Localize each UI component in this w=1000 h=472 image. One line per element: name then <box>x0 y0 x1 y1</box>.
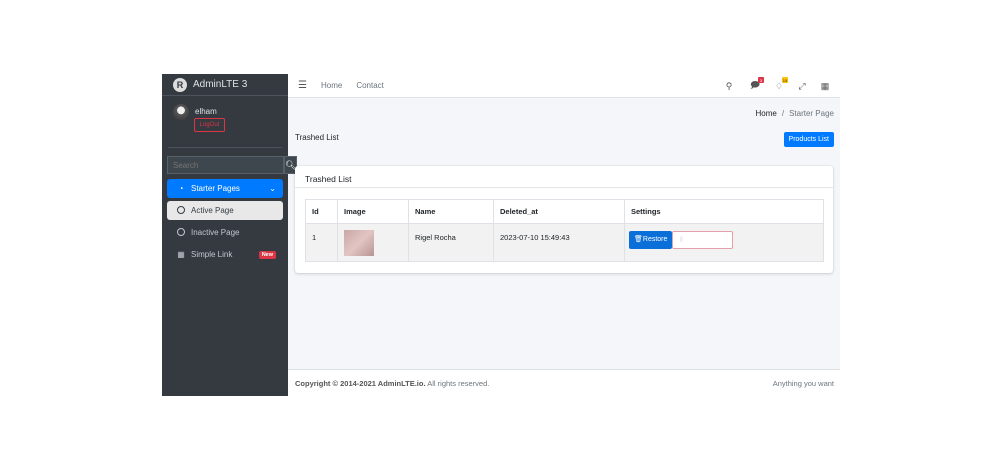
logout-button[interactable]: LogOut <box>194 118 225 132</box>
page-title: Trashed List <box>295 133 339 142</box>
cell-name: Rigel Rocha <box>408 223 494 262</box>
brand-logo: R <box>173 77 187 92</box>
cell-id: 1 <box>305 223 338 262</box>
sidebar-search: 🔍︎ <box>167 156 298 174</box>
top-navbar: ☰ Home Contact ⚲ 🗩︎ 3 ♢ 15 ⤢ ▦ <box>288 74 840 98</box>
force-delete-button[interactable]: ▮ <box>672 231 734 249</box>
sidebar-item-label: Starter Pages <box>191 184 240 193</box>
search-input[interactable] <box>167 156 284 174</box>
sidebar: R AdminLTE 3 elham LogOut 🔍︎ ◔ Starter Pag… <box>162 74 298 396</box>
table-row: 1 Rigel Rocha 2023-07-10 15:49:43 🗑︎Rest… <box>305 223 824 262</box>
col-name: Name <box>408 199 494 224</box>
col-deleted-at: Deleted_at <box>493 199 625 224</box>
breadcrumb-home[interactable]: Home <box>756 109 777 118</box>
cell-settings: 🗑︎Restore ▮ <box>624 223 824 262</box>
control-sidebar-icon[interactable]: ▦ <box>818 79 832 93</box>
sidebar-item-simple-link[interactable]: ▦ Simple Link New <box>167 245 283 264</box>
tachometer-icon: ◔ <box>178 184 184 193</box>
copyright-link[interactable]: Copyright © 2014-2021 AdminLTE.io. <box>295 379 426 388</box>
restore-label: Restore <box>642 236 668 243</box>
col-settings: Settings <box>624 199 824 224</box>
breadcrumb-separator: / <box>781 109 785 118</box>
nav-link-contact[interactable]: Contact <box>356 81 384 90</box>
cell-image <box>337 223 409 262</box>
circle-icon <box>176 205 186 216</box>
col-id: Id <box>305 199 338 224</box>
chevron-down-icon: ⌄ <box>269 184 276 193</box>
user-panel: elham LogOut <box>168 96 282 148</box>
nav-link-home[interactable]: Home <box>321 81 342 90</box>
sidebar-item-label: Simple Link <box>191 250 233 259</box>
circle-icon <box>176 227 186 238</box>
messages-icon[interactable]: 🗩︎ 3 <box>748 77 764 93</box>
brand-link[interactable]: R AdminLTE 3 <box>162 74 288 96</box>
footer-right-text: Anything you want <box>772 378 834 388</box>
bell-icon[interactable]: ♢ 15 <box>772 77 788 93</box>
sidebar-item-label: Active Page <box>191 206 234 215</box>
trash-icon: ▮ <box>679 236 684 243</box>
sidebar-item-label: Inactive Page <box>191 228 240 237</box>
sidebar-item-inactive-page[interactable]: Inactive Page <box>167 223 283 242</box>
product-thumbnail <box>344 230 374 256</box>
copyright: Copyright © 2014-2021 AdminLTE.io. All r… <box>295 379 489 388</box>
trashed-table: Id Image Name Deleted_at Settings 1 Rige… <box>305 199 824 262</box>
avatar <box>173 104 189 120</box>
breadcrumb: Home / Starter Page <box>756 109 835 118</box>
grid-icon: ▦ <box>177 250 185 259</box>
col-image: Image <box>337 199 409 224</box>
hamburger-menu-icon[interactable]: ☰ <box>298 80 307 91</box>
trashed-card: Trashed List Id Image Name Deleted_at Se… <box>295 166 833 273</box>
breadcrumb-current: Starter Page <box>789 109 834 118</box>
user-name[interactable]: elham <box>195 107 217 116</box>
sidebar-item-active-page[interactable]: Active Page <box>167 201 283 220</box>
products-list-button[interactable]: Products List <box>783 132 834 147</box>
app: R AdminLTE 3 elham LogOut 🔍︎ ◔ Starter Pag… <box>162 74 840 396</box>
restore-button[interactable]: 🗑︎Restore <box>629 231 673 249</box>
notifications-badge: 15 <box>782 77 788 83</box>
table-header: Id Image Name Deleted_at Settings <box>305 199 824 224</box>
cell-deleted-at: 2023-07-10 15:49:43 <box>493 223 625 262</box>
footer: Copyright © 2014-2021 AdminLTE.io. All r… <box>288 369 840 396</box>
new-badge: New <box>258 250 276 259</box>
rights-text: All rights reserved. <box>427 378 490 388</box>
card-title: Trashed List <box>295 166 833 188</box>
trash-restore-icon: 🗑︎ <box>634 236 643 243</box>
sidebar-item-starter-pages[interactable]: ◔ Starter Pages ⌄ <box>167 179 283 198</box>
search-icon[interactable]: ⚲ <box>722 79 736 93</box>
messages-badge: 3 <box>758 77 764 83</box>
brand-text: AdminLTE 3 <box>193 79 248 90</box>
fullscreen-icon[interactable]: ⤢ <box>795 79 809 93</box>
